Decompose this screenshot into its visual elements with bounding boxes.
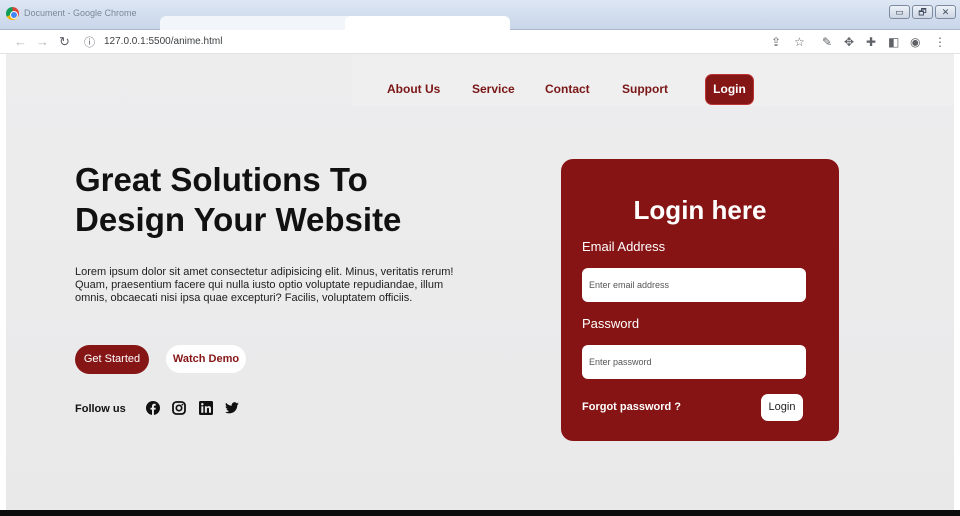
- restore-button[interactable]: 🗗: [912, 5, 933, 19]
- login-card-title: Login here: [633, 195, 767, 225]
- get-started-button[interactable]: Get Started: [75, 345, 149, 374]
- facebook-icon[interactable]: [146, 401, 160, 415]
- page-bottom-bar: [0, 510, 960, 516]
- close-button[interactable]: ✕: [935, 5, 956, 19]
- instagram-icon[interactable]: [172, 401, 186, 415]
- share-icon[interactable]: ⇪: [771, 35, 781, 49]
- nav-login-button[interactable]: Login: [706, 75, 753, 104]
- nav-support[interactable]: Support: [622, 82, 668, 96]
- back-arrow-icon[interactable]: ←: [14, 34, 27, 50]
- forward-arrow-icon[interactable]: →: [36, 34, 49, 50]
- chrome-logo-icon: [6, 7, 19, 20]
- extension-pen-icon[interactable]: ✎: [822, 35, 832, 49]
- hero-title-line-1: Great Solutions To: [75, 161, 368, 198]
- password-field[interactable]: [582, 345, 806, 379]
- twitter-icon[interactable]: [225, 401, 239, 415]
- hero-title-line-2: Design Your Website: [75, 201, 402, 238]
- hero-description: Lorem ipsum dolor sit amet consectetur a…: [75, 266, 454, 304]
- site-navbar: About Us Service Contact Support: [352, 54, 954, 106]
- minimize-button[interactable]: ▭: [889, 5, 910, 19]
- follow-us-label: Follow us: [75, 403, 126, 415]
- email-label: Email Address: [582, 239, 666, 254]
- password-label: Password: [582, 316, 640, 331]
- page-viewport: About Us Service Contact Support Login G…: [6, 54, 954, 510]
- menu-kebab-icon[interactable]: ⋮: [934, 35, 946, 49]
- bookmark-star-icon[interactable]: ☆: [794, 35, 805, 49]
- address-bar: ← → ↻ ⓘ 127.0.0.1:5500/anime.html ⇪ ☆ ✎ …: [0, 30, 960, 54]
- hero-title: Great Solutions To Design Your Website: [75, 160, 495, 240]
- move-icon[interactable]: ✥: [844, 35, 854, 49]
- url-field[interactable]: ⓘ 127.0.0.1:5500/anime.html: [84, 33, 784, 51]
- nav-service[interactable]: Service: [472, 82, 515, 96]
- browser-title-bar: Document - Google Chrome ▭ 🗗 ✕: [0, 0, 960, 30]
- window-title: Document - Google Chrome: [24, 8, 137, 18]
- email-field[interactable]: [582, 268, 806, 302]
- login-card: Login here Email Address Password Forgot…: [561, 159, 839, 441]
- reload-icon[interactable]: ↻: [59, 34, 70, 50]
- profile-avatar-icon[interactable]: ◉: [910, 35, 920, 49]
- window-controls: ▭ 🗗 ✕: [889, 5, 956, 19]
- nav-about-us[interactable]: About Us: [387, 82, 440, 96]
- extensions-puzzle-icon[interactable]: ✚: [866, 35, 876, 49]
- site-info-icon[interactable]: ⓘ: [84, 34, 95, 50]
- nav-contact[interactable]: Contact: [545, 82, 590, 96]
- url-text[interactable]: 127.0.0.1:5500/anime.html: [104, 36, 222, 47]
- linkedin-icon[interactable]: [199, 401, 213, 415]
- forgot-password-link[interactable]: Forgot password ?: [582, 401, 681, 413]
- browser-tab-active[interactable]: [345, 16, 510, 30]
- login-submit-button[interactable]: Login: [761, 394, 803, 421]
- side-panel-icon[interactable]: ◧: [888, 35, 899, 49]
- watch-demo-button[interactable]: Watch Demo: [166, 345, 246, 373]
